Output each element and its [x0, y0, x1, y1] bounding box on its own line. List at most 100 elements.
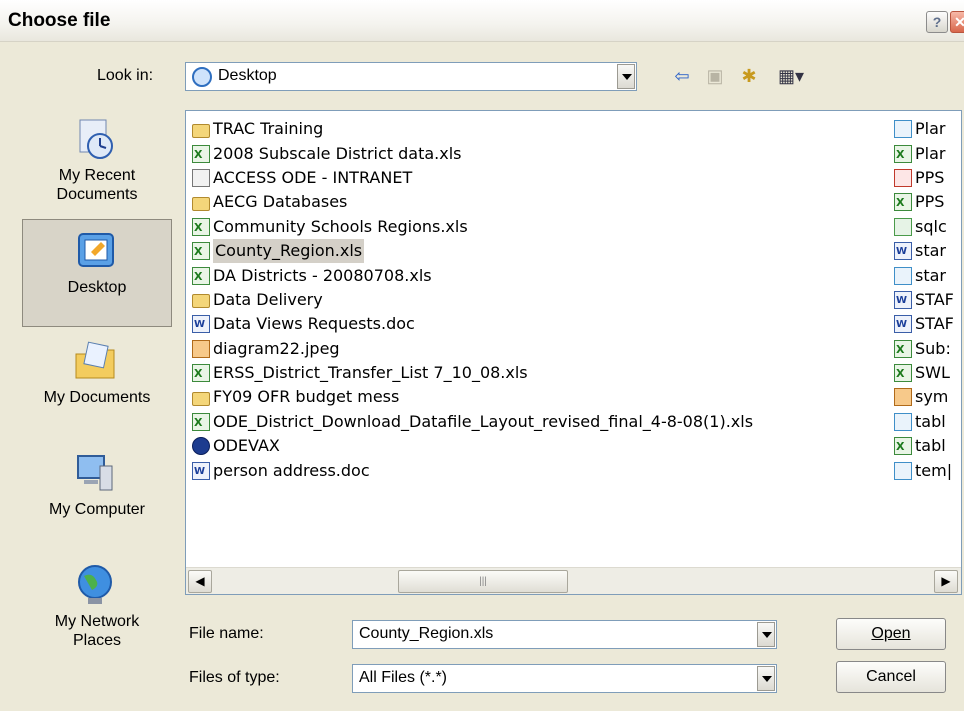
horizontal-scrollbar[interactable]: ◀ ||| ▶	[186, 567, 961, 594]
chevron-down-icon[interactable]	[617, 64, 635, 89]
list-item[interactable]: 2008 Subscale District data.xls	[192, 141, 753, 167]
desktop-icon	[78, 233, 114, 267]
new-folder-icon[interactable]: ✱	[737, 66, 761, 86]
place-my-documents[interactable]: My Documents	[22, 330, 172, 438]
file-list[interactable]: TRAC Training 2008 Subscale District dat…	[185, 110, 962, 595]
file-icon	[894, 412, 912, 431]
image-file-icon	[192, 339, 210, 358]
up-folder-icon[interactable]: ▣	[703, 66, 727, 86]
title-bar: Choose file ? ✕	[0, 0, 964, 42]
list-item[interactable]: Data Delivery	[192, 288, 753, 312]
desktop-icon	[192, 67, 212, 87]
folder-icon	[192, 196, 210, 211]
file-name-input[interactable]: County_Region.xls	[352, 620, 777, 649]
file-column-2: Plar Plar PPS PPS sqlc star star STAF ST…	[894, 117, 954, 483]
scroll-thumb[interactable]: |||	[398, 570, 568, 593]
look-in-value: Desktop	[218, 67, 277, 84]
my-documents-icon	[75, 341, 115, 379]
network-places-icon	[78, 565, 112, 604]
look-in-label: Look in:	[97, 67, 154, 84]
pdf-file-icon	[894, 168, 912, 187]
excel-file-icon	[192, 216, 210, 240]
file-name-value: County_Region.xls	[359, 625, 494, 642]
list-item[interactable]: AECG Databases	[192, 190, 753, 214]
list-item[interactable]: Community Schools Regions.xls	[192, 215, 753, 240]
list-item[interactable]: Plar	[894, 117, 954, 141]
places-bar: My Recent Documents Desktop My Documents…	[22, 108, 172, 684]
list-item[interactable]: SWL	[894, 361, 954, 386]
help-button[interactable]: ?	[926, 11, 948, 33]
list-item[interactable]: tem|	[894, 458, 954, 482]
chevron-down-icon[interactable]	[757, 622, 775, 647]
list-item[interactable]: ODE_District_Download_Datafile_Layout_re…	[192, 410, 753, 435]
list-item[interactable]: FY09 OFR budget mess	[192, 385, 753, 409]
list-item[interactable]: Sub:	[894, 337, 954, 362]
scroll-left-icon[interactable]: ◀	[188, 570, 212, 593]
cancel-button[interactable]: Cancel	[836, 661, 946, 693]
list-item[interactable]: STAF	[894, 312, 954, 337]
file-column-1: TRAC Training 2008 Subscale District dat…	[192, 117, 753, 484]
word-document-icon	[894, 313, 912, 337]
list-item[interactable]: star	[894, 263, 954, 287]
place-label-line1: My Network	[54, 613, 140, 630]
sql-file-icon	[894, 217, 912, 236]
list-item[interactable]: Plar	[894, 141, 954, 167]
list-item[interactable]: ACCESS ODE - INTRANET	[192, 166, 753, 190]
my-computer-icon	[77, 455, 113, 491]
list-item[interactable]: ODEVAX	[192, 434, 753, 458]
word-document-icon	[894, 289, 912, 313]
place-label-line1: Desktop	[67, 279, 127, 296]
list-item[interactable]: sym	[894, 385, 954, 409]
place-label-line2: Places	[72, 632, 122, 649]
recent-documents-icon	[79, 119, 113, 159]
list-item[interactable]: STAF	[894, 288, 954, 313]
file-icon	[894, 266, 912, 285]
word-document-icon	[894, 240, 912, 264]
list-item[interactable]: tabl	[894, 410, 954, 434]
shortcut-icon	[192, 168, 210, 187]
place-label-line2: Documents	[56, 186, 138, 203]
list-item[interactable]: person address.doc	[192, 458, 753, 484]
folder-icon	[192, 123, 210, 138]
list-item[interactable]: PPS	[894, 166, 954, 190]
scroll-right-icon[interactable]: ▶	[934, 570, 958, 593]
word-document-icon	[192, 313, 210, 337]
close-button[interactable]: ✕	[950, 11, 964, 33]
place-label-line1: My Recent	[58, 167, 136, 184]
list-item[interactable]: Data Views Requests.doc	[192, 312, 753, 337]
odevax-shortcut-icon	[192, 437, 210, 456]
excel-file-icon	[192, 143, 210, 167]
place-desktop[interactable]: Desktop	[22, 219, 172, 327]
list-item[interactable]: diagram22.jpeg	[192, 337, 753, 361]
window-title: Choose file	[8, 10, 111, 31]
list-item[interactable]: DA Districts - 20080708.xls	[192, 263, 753, 289]
excel-file-icon	[192, 265, 210, 289]
place-network[interactable]: My Network Places	[22, 554, 172, 674]
list-item[interactable]: PPS	[894, 190, 954, 215]
list-item[interactable]: star	[894, 239, 954, 264]
list-item[interactable]: ERSS_District_Transfer_List 7_10_08.xls	[192, 361, 753, 386]
excel-file-icon	[894, 435, 912, 459]
excel-file-icon	[192, 411, 210, 435]
file-type-label: Files of type:	[189, 669, 280, 686]
open-button[interactable]: Open	[836, 618, 946, 650]
place-recent-documents[interactable]: My Recent Documents	[22, 108, 172, 216]
look-in-dropdown[interactable]: Desktop	[185, 62, 637, 91]
place-my-computer[interactable]: My Computer	[22, 442, 172, 550]
file-type-select[interactable]: All Files (*.*)	[352, 664, 777, 693]
list-item-selected[interactable]: County_Region.xls	[192, 239, 753, 264]
file-icon	[894, 120, 912, 139]
place-label-line1: My Computer	[48, 501, 146, 518]
views-menu-icon[interactable]: ▦▾	[772, 66, 810, 86]
file-icon	[894, 461, 912, 480]
list-item[interactable]: sqlc	[894, 215, 954, 239]
back-icon[interactable]: ⇦	[670, 66, 694, 86]
excel-file-icon	[192, 240, 210, 264]
chevron-down-icon[interactable]	[757, 666, 775, 691]
list-item[interactable]: tabl	[894, 434, 954, 459]
excel-file-icon	[894, 338, 912, 362]
folder-icon	[192, 294, 210, 309]
list-item[interactable]: TRAC Training	[192, 117, 753, 141]
excel-file-icon	[894, 143, 912, 167]
word-document-icon	[192, 460, 210, 484]
